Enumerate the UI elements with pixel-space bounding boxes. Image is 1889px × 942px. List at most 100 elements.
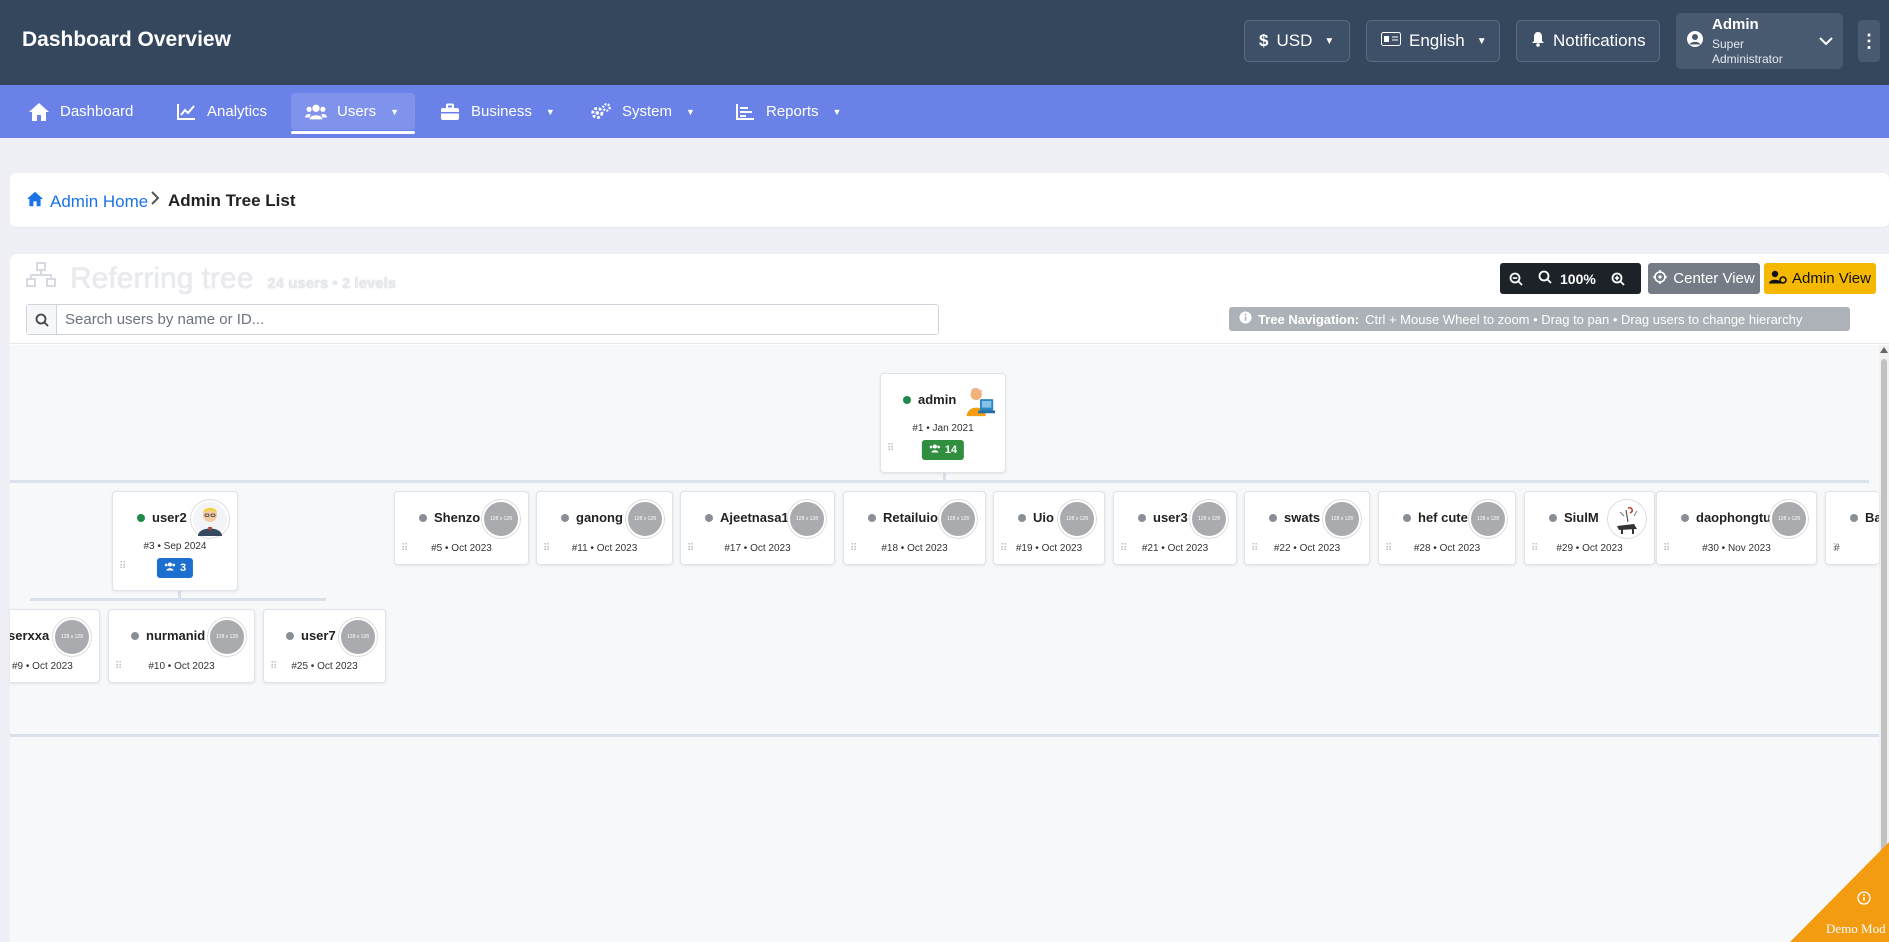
tree-connector — [10, 734, 1879, 737]
nav-item-users[interactable]: Users ▼ — [291, 93, 415, 134]
node-meta: #30 • Nov 2023 — [1702, 543, 1771, 554]
tree-node-ganong[interactable]: ganong 128 x 128 #11 • Oct 2023 ⠿ — [536, 491, 673, 565]
currency-label: USD — [1276, 31, 1313, 50]
offline-status-dot — [419, 513, 427, 522]
badge-count: 14 — [944, 444, 958, 456]
drag-handle-icon[interactable]: ⠿ — [850, 543, 857, 554]
node-name: ganong — [576, 510, 623, 525]
scrollbar-thumb[interactable] — [1881, 359, 1887, 899]
zoom-reset-button[interactable]: 100% — [1532, 270, 1602, 287]
offline-status-dot — [868, 513, 876, 522]
users-icon — [305, 101, 327, 123]
zoom-in-button[interactable] — [1602, 263, 1634, 294]
tree-node-nurmanid[interactable]: nurmanid 128 x 128 #10 • Oct 2023 ⠿ — [108, 609, 255, 683]
zoom-controls: 100% — [1500, 263, 1641, 294]
node-name-row: Retailuio — [868, 510, 938, 525]
drag-handle-icon[interactable]: ⠿ — [1531, 543, 1538, 554]
tree-node-hef-cute[interactable]: hef cute 128 x 128 #28 • Oct 2023 ⠿ — [1378, 491, 1516, 565]
center-view-button[interactable]: Center View — [1648, 263, 1760, 294]
zoom-out-button[interactable] — [1500, 263, 1532, 294]
drag-handle-icon[interactable]: ⠿ — [1120, 543, 1127, 554]
tree-node-serxxa[interactable]: serxxa 128 x 128 #9 • Oct 2023 — [10, 609, 100, 683]
drag-handle-icon[interactable]: ⠿ — [1832, 543, 1839, 554]
tree-node-partial[interactable]: Ba # ⠿ — [1825, 491, 1879, 565]
more-options-icon[interactable]: ⋮ — [1858, 20, 1880, 62]
node-meta: #19 • Oct 2023 — [1015, 543, 1083, 554]
tree-node-ajeetnasa1[interactable]: Ajeetnasa1 128 x 128 #17 • Oct 2023 ⠿ — [680, 491, 835, 565]
avatar-placeholder: 128 x 128 — [1190, 500, 1228, 538]
nav-item-reports[interactable]: Reports ▼ — [720, 93, 855, 130]
language-dropdown[interactable]: English ▼ — [1366, 20, 1500, 62]
notifications-button[interactable]: Notifications — [1516, 20, 1660, 62]
tree-panel: Referring tree 24 users • 2 levels 100% … — [10, 254, 1889, 942]
drag-handle-icon[interactable]: ⠿ — [687, 543, 694, 554]
drag-handle-icon[interactable]: ⠿ — [119, 561, 126, 572]
node-meta: #11 • Oct 2023 — [571, 543, 638, 554]
children-count-badge: 3 — [156, 558, 194, 578]
briefcase-icon — [439, 101, 461, 123]
tree-navigation-hint: Tree Navigation: Ctrl + Mouse Wheel to z… — [1229, 307, 1850, 331]
search-icon — [27, 305, 57, 334]
app-title: Dashboard Overview — [22, 28, 231, 51]
tree-node-user7[interactable]: user7 128 x 128 #25 • Oct 2023 ⠿ — [263, 609, 386, 683]
node-meta: #9 • Oct 2023 — [12, 661, 73, 672]
tree-node-user3[interactable]: user3 128 x 128 #21 • Oct 2023 ⠿ — [1113, 491, 1237, 565]
notifications-label: Notifications — [1553, 31, 1646, 50]
currency-dropdown[interactable]: $ USD ▼ — [1244, 20, 1350, 62]
drag-handle-icon[interactable]: ⠿ — [1251, 543, 1258, 554]
demo-mode-ribbon[interactable]: Demo Mod — [1790, 842, 1889, 942]
tree-node-uio[interactable]: Uio 128 x 128 #19 • Oct 2023 ⠿ — [993, 491, 1105, 565]
tree-node-swats[interactable]: swats 128 x 128 #22 • Oct 2023 ⠿ — [1244, 491, 1370, 565]
node-name-row: Ajeetnasa1 — [705, 510, 789, 525]
tree-node-siulm[interactable]: SiulM #29 • Oct 2023 ⠿ — [1524, 491, 1655, 565]
scroll-up-arrow[interactable] — [1880, 347, 1888, 353]
chevron-down-icon — [1819, 31, 1833, 51]
drag-handle-icon[interactable]: ⠿ — [1385, 543, 1392, 554]
admin-view-button[interactable]: Admin View — [1764, 263, 1876, 294]
tree-node-shenzo[interactable]: Shenzo 128 x 128 #5 • Oct 2023 ⠿ — [394, 491, 529, 565]
node-name-row: daophongtu — [1681, 510, 1771, 525]
tree-node-retailuio[interactable]: Retailuio 128 x 128 #18 • Oct 2023 ⠿ — [843, 491, 986, 565]
info-circle-icon — [1857, 891, 1871, 910]
drag-handle-icon[interactable]: ⠿ — [270, 661, 277, 672]
node-name: SiulM — [1564, 510, 1599, 525]
node-meta: #17 • Oct 2023 — [724, 543, 791, 554]
drag-handle-icon[interactable]: ⠿ — [401, 543, 408, 554]
drag-handle-icon[interactable]: ⠿ — [1663, 543, 1670, 554]
language-icon — [1381, 31, 1401, 51]
drag-handle-icon[interactable]: ⠿ — [543, 543, 550, 554]
avatar-placeholder: 128 x 128 — [1323, 500, 1361, 538]
nav-item-business[interactable]: Business ▼ — [425, 93, 569, 130]
caret-down-icon: ▼ — [1324, 35, 1335, 47]
user-menu[interactable]: Admin Super Administrator — [1676, 13, 1843, 69]
drag-handle-icon[interactable]: ⠿ — [115, 661, 122, 672]
node-name-row: Uio — [1018, 510, 1054, 525]
node-name-row: ganong — [561, 510, 623, 525]
caret-down-icon: ▼ — [686, 106, 695, 117]
panel-subtitle: 24 users • 2 levels — [267, 275, 397, 292]
offline-status-dot — [561, 513, 569, 522]
node-name-row: user7 — [286, 628, 336, 643]
node-name: hef cute — [1418, 510, 1468, 525]
node-name: Retailuio — [883, 510, 938, 525]
tree-node-daophongtu[interactable]: daophongtu 128 x 128 #30 • Nov 2023 ⠿ — [1656, 491, 1817, 565]
nav-item-analytics[interactable]: Analytics — [161, 93, 281, 130]
node-name: user2 — [152, 510, 187, 525]
breadcrumb-home[interactable]: Admin Home — [26, 191, 148, 212]
tree-node-root[interactable]: admin #1 • Jan 2021 ⠿ 14 — [880, 373, 1006, 473]
search-input[interactable] — [57, 305, 938, 334]
caret-down-icon: ▼ — [545, 106, 555, 117]
drag-handle-icon[interactable]: ⠿ — [1000, 543, 1007, 554]
node-name: Ajeetnasa1 — [720, 510, 789, 525]
drag-handle-icon[interactable]: ⠿ — [887, 443, 894, 454]
nav-item-dashboard[interactable]: Dashboard — [14, 93, 147, 130]
online-status-dot — [903, 395, 911, 404]
user-name: Admin — [1712, 16, 1759, 34]
tree-node-user2[interactable]: user2 #3 • Sep 2024 ⠿ 3 — [112, 491, 238, 591]
admin-avatar — [961, 382, 999, 420]
node-name-row: user2 — [137, 510, 187, 525]
offline-status-dot — [286, 631, 294, 640]
hint-title: Tree Navigation: — [1258, 311, 1360, 327]
search-icon — [1538, 270, 1552, 287]
nav-item-system[interactable]: System ▼ — [576, 93, 709, 130]
